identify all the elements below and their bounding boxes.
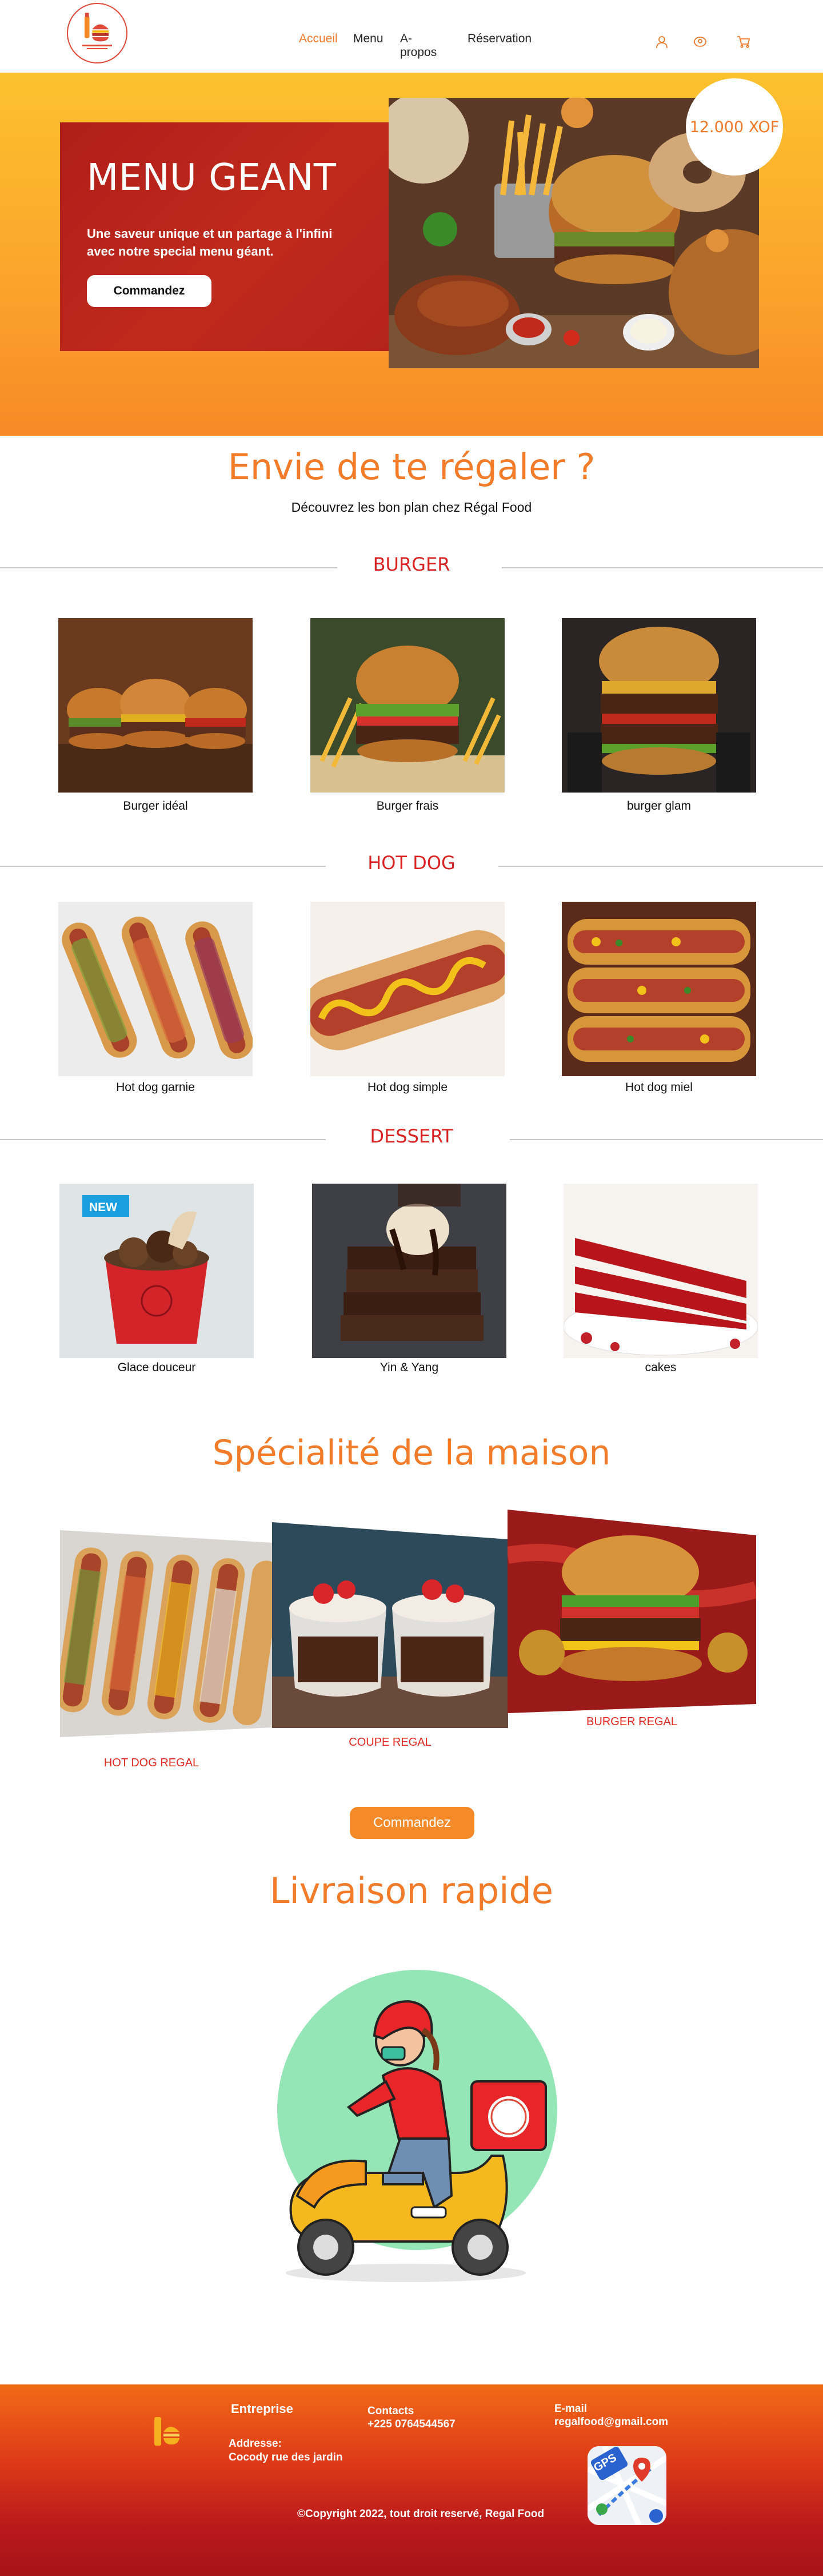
footer-contacts-label: Contacts [367,2405,414,2417]
delivery-title: Livraison rapide [270,1870,553,1912]
footer-address-label: Addresse: [229,2438,282,2450]
gps-map-icon[interactable]: GPS [588,2446,666,2525]
special-name: BURGER REGAL [586,1715,677,1728]
product-image-burger-glam[interactable] [562,618,756,793]
product-name: Yin & Yang [379,1361,439,1374]
special-name: COUPE REGAL [349,1736,432,1749]
top-navbar: Accueil Menu A-propos Réservation [0,0,823,73]
footer-logo-icon [153,2415,182,2448]
intro-title: Envie de te régaler ? [227,446,596,488]
product-name: Burger idéal [123,799,188,813]
footer-copyright: ©Copyright 2022, tout droit reservé, Reg… [297,2508,545,2520]
nav-item-a-propos[interactable]: A-propos [400,32,437,59]
specialite-title: Spécialité de la maison [212,1433,611,1473]
special-image-hotdog-regal[interactable] [60,1530,273,1737]
product-image-burger-frais[interactable] [310,618,505,793]
new-badge: NEW [89,1201,117,1214]
footer-address: Cocody rue des jardin [229,2451,343,2463]
product-image-cakes[interactable] [564,1184,758,1358]
special-image-burger-regal[interactable] [508,1510,756,1713]
special-image-coupe-regal[interactable] [272,1522,508,1728]
hero-title: MENU GEANT [87,157,337,199]
category-dessert-header: DESSERT [0,1125,823,1148]
product-image-glace-douceur[interactable]: NEW [59,1184,254,1358]
hero-section: MENU GEANT Une saveur unique et un parta… [0,73,823,436]
product-name: Hot dog garnie [116,1081,195,1094]
nav-item-menu[interactable]: Menu [353,32,383,46]
footer-email-label: E-mail [554,2403,588,2415]
product-image-hotdog-miel[interactable] [562,902,756,1076]
hero-description: Une saveur unique et un partage à l'infi… [87,226,333,258]
delivery-illustration [251,1967,572,2287]
footer-email[interactable]: regalfood@gmail.com [554,2416,668,2428]
category-hotdog-header: HOT DOG [0,852,823,875]
product-image-yin-yang[interactable] [312,1184,506,1358]
product-name: Hot dog simple [367,1081,448,1094]
cart-icon[interactable] [736,34,751,49]
product-image-burger-ideal[interactable] [58,618,253,793]
hero-order-button[interactable]: Commandez [87,275,211,307]
nav-item-reservation[interactable]: Réservation [468,32,532,46]
category-title: HOT DOG [367,852,456,874]
category-title: DESSERT [370,1125,453,1147]
intro-subtitle: Découvrez les bon plan chez Régal Food [291,500,532,515]
special-name: HOT DOG REGAL [103,1757,199,1769]
product-image-hotdog-simple[interactable] [310,902,505,1076]
nav-item-accueil[interactable]: Accueil [299,32,338,46]
user-icon[interactable] [654,34,669,49]
product-name: Hot dog miel [625,1081,693,1094]
price-badge: 12.000 XOF [686,78,783,176]
footer-phone[interactable]: +225 0764544567 [367,2418,456,2431]
brand-logo[interactable] [67,3,127,63]
site-footer: Entreprise Addresse: Cocody rue des jard… [0,2384,823,2576]
hero-promo-card: MENU GEANT Une saveur unique et un parta… [60,122,394,351]
category-title: BURGER [373,554,450,575]
footer-entreprise: Entreprise [231,2402,293,2416]
product-name: cakes [645,1361,677,1374]
location-icon[interactable] [693,34,708,49]
category-burger-header: BURGER [0,554,823,576]
product-name: burger glam [626,799,692,813]
product-image-hotdog-garnie[interactable] [58,902,253,1076]
product-name: Burger frais [376,799,439,813]
specialite-order-button[interactable]: Commandez [350,1807,474,1839]
product-name: Glace douceur [117,1361,196,1374]
